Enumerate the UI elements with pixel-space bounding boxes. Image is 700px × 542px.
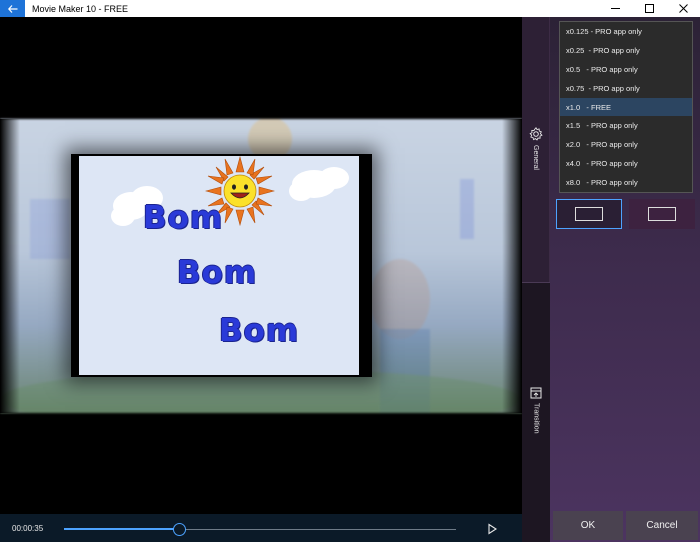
ok-button[interactable]: OK: [553, 511, 623, 540]
speed-option[interactable]: x0.125 - PRO app only: [560, 22, 692, 41]
current-time: 00:00:35: [12, 523, 44, 533]
edge-fade-left: [0, 119, 20, 413]
tab-general-label: General: [532, 145, 539, 170]
seek-slider-fill: [64, 528, 180, 530]
slide-text-line-1: Bom: [143, 200, 224, 236]
close-button[interactable]: [666, 0, 700, 17]
thumbnail-option-1[interactable]: [556, 199, 622, 229]
speed-option[interactable]: x0.5 - PRO app only: [560, 60, 692, 79]
cancel-button[interactable]: Cancel: [626, 511, 698, 540]
dialog-buttons: OK Cancel: [550, 511, 700, 542]
close-icon: [678, 4, 688, 13]
minimize-icon: [610, 8, 620, 9]
slide-text-line-3: Bom: [219, 313, 300, 349]
app-window: Movie Maker 10 - FREE Bom Bom Bom 00:00:…: [0, 0, 700, 542]
speed-dropdown-list[interactable]: x0.125 - PRO app only x0.25 - PRO app onl…: [559, 21, 693, 193]
side-tabs: General Transition: [522, 17, 550, 542]
seek-slider-thumb[interactable]: [173, 523, 187, 536]
thumbnail-frame-icon: [575, 207, 603, 221]
play-icon: [488, 523, 498, 535]
back-arrow-icon: [7, 4, 17, 13]
back-button[interactable]: [0, 0, 25, 17]
thumbnail-frame-icon: [648, 207, 676, 221]
edge-fade-right: [502, 119, 522, 413]
window-controls: [598, 0, 700, 17]
minimize-button[interactable]: [598, 0, 632, 17]
slide-image: Bom Bom Bom: [79, 156, 359, 375]
maximize-button[interactable]: [632, 0, 666, 17]
tab-general[interactable]: General: [522, 17, 550, 282]
title-bar: Movie Maker 10 - FREE: [0, 0, 700, 17]
seek-slider[interactable]: [64, 523, 456, 536]
speed-option[interactable]: x1.5 - PRO app only: [560, 116, 692, 135]
speed-option[interactable]: x2.0 - PRO app only: [560, 135, 692, 154]
speed-option[interactable]: x4.0 - PRO app only: [560, 154, 692, 173]
option-thumbnails: [556, 199, 696, 229]
play-button[interactable]: [486, 522, 498, 535]
transition-icon: [530, 387, 542, 399]
thumbnail-option-2[interactable]: [629, 199, 695, 229]
speed-option[interactable]: x8.0 - PRO app only: [560, 173, 692, 192]
slide-frame: Bom Bom Bom: [71, 154, 372, 377]
tab-transition-label: Transition: [532, 403, 540, 434]
maximize-icon: [644, 4, 654, 13]
slide-text-line-2: Bom: [177, 255, 258, 291]
speed-option[interactable]: x0.25 - PRO app only: [560, 41, 692, 60]
playback-bar: 00:00:35: [0, 514, 522, 542]
speed-option[interactable]: x0.75 - PRO app only: [560, 79, 692, 98]
video-preview[interactable]: Bom Bom Bom: [0, 17, 522, 514]
tab-transition[interactable]: Transition: [522, 282, 550, 542]
speed-option[interactable]: x1.0 - FREE: [560, 97, 692, 117]
app-title: Movie Maker 10 - FREE: [32, 3, 129, 14]
gear-icon: [528, 127, 543, 141]
